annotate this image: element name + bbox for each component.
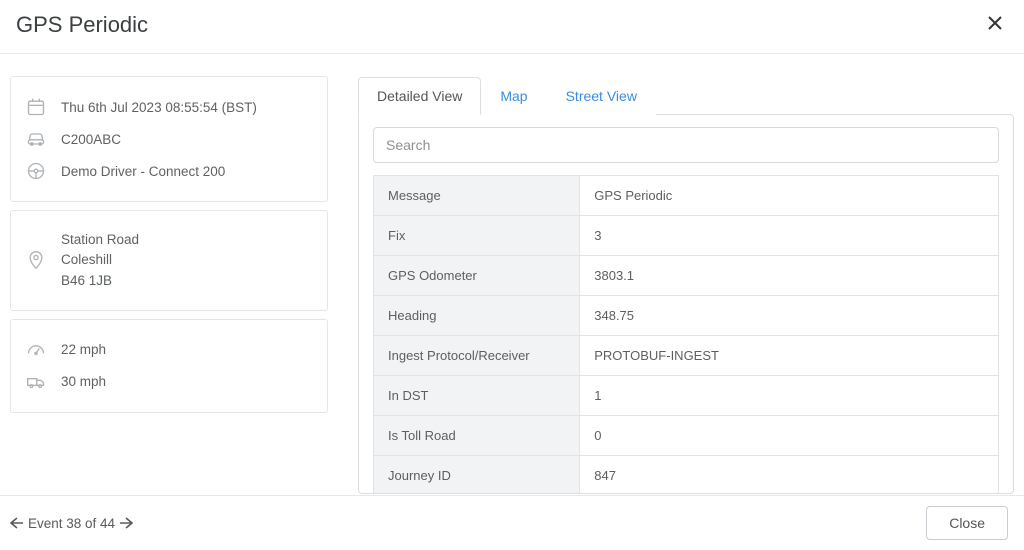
table-value: 3803.1 [580,256,999,296]
event-pager: Event 38 of 44 [10,516,133,531]
summary-panel: Thu 6th Jul 2023 08:55:54 (BST) C200ABC [10,76,328,494]
tabs: Detailed View Map Street View [358,76,1014,114]
pager-prev-icon[interactable] [10,517,24,529]
table-value: GPS Periodic [580,176,999,216]
summary-vehicle-value: C200ABC [61,132,121,147]
table-value: 847 [580,456,999,494]
search-input[interactable] [373,127,999,163]
details-table: MessageGPS PeriodicFix3GPS Odometer3803.… [373,175,999,493]
tab-panel: MessageGPS PeriodicFix3GPS Odometer3803.… [358,114,1014,494]
summary-card-main: Thu 6th Jul 2023 08:55:54 (BST) C200ABC [10,76,328,202]
summary-card-speed: 22 mph 30 mph [10,319,328,413]
summary-address-value: Station Road Coleshill B46 1JB [61,230,139,291]
table-row: MessageGPS Periodic [374,176,999,216]
gauge-icon [25,339,47,361]
table-key: Fix [374,216,580,256]
dialog-body: Thu 6th Jul 2023 08:55:54 (BST) C200ABC [0,54,1024,494]
map-pin-icon [25,249,47,271]
dialog-header: GPS Periodic [0,0,1024,54]
table-row: In DST1 [374,376,999,416]
table-value: 1 [580,376,999,416]
table-key: Is Toll Road [374,416,580,456]
summary-speed-limit-value: 30 mph [61,374,106,389]
table-value: 0 [580,416,999,456]
table-key: Ingest Protocol/Receiver [374,336,580,376]
close-icon[interactable] [982,10,1008,39]
table-key: Heading [374,296,580,336]
table-key: Journey ID [374,456,580,494]
summary-speed-value: 22 mph [61,342,106,357]
calendar-icon [25,96,47,118]
table-row: Journey ID847 [374,456,999,494]
details-panel: Detailed View Map Street View MessageGPS… [358,76,1014,494]
steering-wheel-icon [25,160,47,182]
dialog-footer: Event 38 of 44 Close [0,495,1024,550]
truck-icon [25,371,47,393]
summary-card-location: Station Road Coleshill B46 1JB [10,210,328,311]
summary-speed-limit: 30 mph [25,366,313,398]
tab-detailed-view[interactable]: Detailed View [358,77,481,115]
table-value: 348.75 [580,296,999,336]
car-icon [25,128,47,150]
table-key: Message [374,176,580,216]
table-value: 3 [580,216,999,256]
summary-datetime: Thu 6th Jul 2023 08:55:54 (BST) [25,91,313,123]
table-row: Heading348.75 [374,296,999,336]
close-button[interactable]: Close [926,506,1008,540]
table-row: Ingest Protocol/ReceiverPROTOBUF-INGEST [374,336,999,376]
pager-next-icon[interactable] [119,517,133,529]
summary-address: Station Road Coleshill B46 1JB [25,225,313,296]
page-title: GPS Periodic [16,12,148,38]
summary-driver: Demo Driver - Connect 200 [25,155,313,187]
summary-datetime-value: Thu 6th Jul 2023 08:55:54 (BST) [61,100,257,115]
summary-vehicle: C200ABC [25,123,313,155]
table-row: GPS Odometer3803.1 [374,256,999,296]
pager-text: Event 38 of 44 [28,516,115,531]
table-row: Fix3 [374,216,999,256]
details-table-scroll[interactable]: MessageGPS PeriodicFix3GPS Odometer3803.… [373,175,1005,493]
tab-street-view[interactable]: Street View [547,77,656,115]
tab-map[interactable]: Map [481,77,546,115]
table-key: In DST [374,376,580,416]
table-value: PROTOBUF-INGEST [580,336,999,376]
table-row: Is Toll Road0 [374,416,999,456]
summary-driver-value: Demo Driver - Connect 200 [61,164,225,179]
summary-speed: 22 mph [25,334,313,366]
table-key: GPS Odometer [374,256,580,296]
